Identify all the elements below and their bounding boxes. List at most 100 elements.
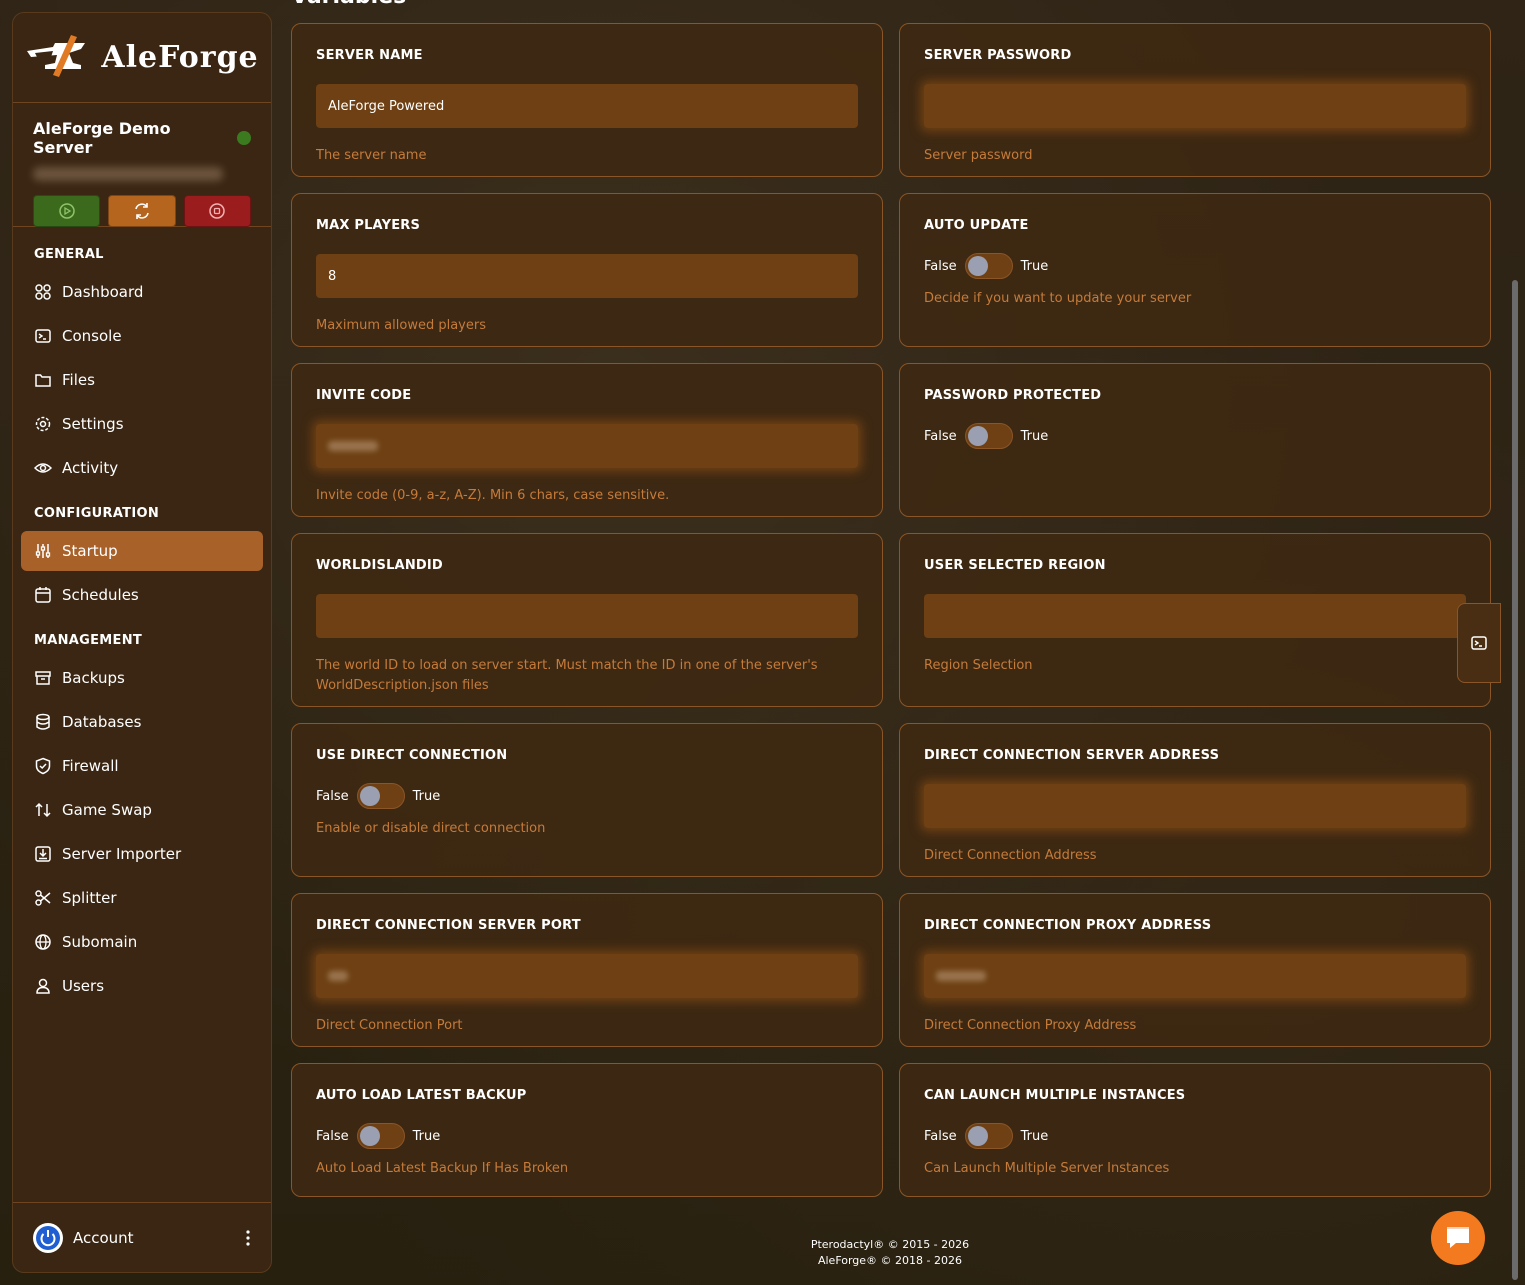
toggle-true-label: True: [1020, 258, 1049, 274]
chat-button[interactable]: [1431, 1211, 1485, 1265]
variable-title: DIRECT CONNECTION SERVER PORT: [316, 918, 581, 933]
sidebar-item-schedules[interactable]: Schedules: [21, 575, 263, 615]
terminal-icon: [1471, 636, 1487, 650]
variable-card-use-direct-connection: USE DIRECT CONNECTION False True Enable …: [291, 723, 883, 877]
sidebar-item-dashboard[interactable]: Dashboard: [21, 272, 263, 312]
sidebar-item-startup[interactable]: Startup: [21, 531, 263, 571]
account-label: Account: [73, 1228, 134, 1247]
sidebar-item-label: Schedules: [62, 586, 139, 604]
sidebar-item-server-importer[interactable]: Server Importer: [21, 834, 263, 874]
sidebar-item-backups[interactable]: Backups: [21, 658, 263, 698]
sidebar-item-label: Databases: [62, 713, 142, 731]
start-button[interactable]: [33, 195, 101, 227]
server-password-input[interactable]: [924, 84, 1466, 128]
variable-card-invite-code: INVITE CODE Invite code (0-9, a-z, A-Z).…: [291, 363, 883, 517]
sidebar-item-splitter[interactable]: Splitter: [21, 878, 263, 918]
direct-connection-port-input[interactable]: [316, 954, 858, 998]
redacted-value: [328, 971, 348, 981]
toggle-false-label: False: [924, 258, 957, 274]
sidebar: AleForge AleForge Demo Server GENERAL Da…: [12, 12, 272, 1273]
variable-card-can-launch-multiple-instances: CAN LAUNCH MULTIPLE INSTANCES False True…: [899, 1063, 1491, 1197]
auto-load-backup-toggle[interactable]: [356, 1123, 405, 1149]
terminal-icon: [35, 329, 51, 343]
toggle-knob: [967, 256, 988, 276]
stop-button[interactable]: [183, 195, 251, 227]
sidebar-item-console[interactable]: Console: [21, 316, 263, 356]
sidebar-item-firewall[interactable]: Firewall: [21, 746, 263, 786]
archive-icon: [35, 671, 51, 685]
sidebar-nav: GENERAL Dashboard Console Files Settings…: [13, 227, 271, 1006]
variable-help: The world ID to load on server start. Mu…: [316, 658, 818, 693]
account-menu[interactable]: Account: [13, 1202, 271, 1272]
anvil-hammer-icon: [27, 34, 86, 77]
nav-section-management: MANAGEMENT: [34, 633, 143, 648]
use-direct-connection-toggle[interactable]: [356, 783, 405, 809]
sidebar-item-label: Dashboard: [62, 283, 144, 301]
sidebar-item-files[interactable]: Files: [21, 360, 263, 400]
variable-card-world-island-id: WORLDISLANDID The world ID to load on se…: [291, 533, 883, 707]
variable-title: WORLDISLANDID: [316, 558, 443, 573]
server-name: AleForge Demo Server: [33, 119, 171, 157]
variable-help: Direct Connection Port: [316, 1018, 463, 1033]
page-scrollbar[interactable]: [1512, 280, 1518, 1280]
auto-update-toggle[interactable]: [964, 253, 1013, 279]
sidebar-item-game-swap[interactable]: Game Swap: [21, 790, 263, 830]
toggle-false-label: False: [316, 788, 349, 804]
max-players-input[interactable]: 8: [316, 254, 858, 298]
nav-section-configuration: CONFIGURATION: [34, 506, 160, 521]
sidebar-item-label: Game Swap: [62, 801, 152, 819]
toggle-true-label: True: [1020, 428, 1049, 444]
variable-title: SERVER NAME: [316, 48, 423, 63]
invite-code-input[interactable]: [316, 424, 858, 468]
chat-bubble-icon: [1447, 1227, 1469, 1248]
variable-card-auto-update: AUTO UPDATE False True Decide if you wan…: [899, 193, 1491, 347]
page-title: Variables: [291, 0, 406, 9]
sidebar-item-label: Firewall: [62, 757, 119, 775]
variable-help: Decide if you want to update your server: [924, 291, 1192, 306]
variable-title: USE DIRECT CONNECTION: [316, 748, 508, 763]
password-protected-toggle[interactable]: [964, 423, 1013, 449]
variable-title: DIRECT CONNECTION SERVER ADDRESS: [924, 748, 1220, 763]
region-input[interactable]: [924, 594, 1466, 638]
variable-title: DIRECT CONNECTION PROXY ADDRESS: [924, 918, 1212, 933]
variable-title: AUTO UPDATE: [924, 218, 1029, 233]
console-drawer-tab[interactable]: [1457, 603, 1501, 683]
variable-help: Server password: [924, 148, 1033, 163]
variable-title: USER SELECTED REGION: [924, 558, 1106, 573]
more-vertical-icon[interactable]: [245, 1229, 251, 1247]
toggle-false-label: False: [316, 1128, 349, 1144]
sidebar-item-label: Splitter: [62, 889, 117, 907]
direct-connection-proxy-input[interactable]: [924, 954, 1466, 998]
brand-logo[interactable]: AleForge: [13, 13, 271, 103]
server-name-input[interactable]: AleForge Powered: [316, 84, 858, 128]
toggle-true-label: True: [1020, 1128, 1049, 1144]
variable-card-direct-connection-server-port: DIRECT CONNECTION SERVER PORT Direct Con…: [291, 893, 883, 1047]
brand-name: AleForge: [101, 40, 259, 75]
direct-connection-address-input[interactable]: [924, 784, 1466, 828]
variable-help: Maximum allowed players: [316, 318, 486, 333]
sidebar-item-label: Activity: [62, 459, 119, 477]
sidebar-item-subdomain[interactable]: Subomain: [21, 922, 263, 962]
swap-arrows-icon: [35, 802, 51, 818]
play-icon: [58, 203, 75, 219]
shield-icon: [35, 757, 51, 775]
variable-help: Direct Connection Address: [924, 848, 1097, 863]
variable-help: Invite code (0-9, a-z, A-Z). Min 6 chars…: [316, 488, 670, 503]
toggle-false-label: False: [924, 1128, 957, 1144]
sidebar-item-settings[interactable]: Settings: [21, 404, 263, 444]
sidebar-item-databases[interactable]: Databases: [21, 702, 263, 742]
variable-help: Enable or disable direct connection: [316, 821, 546, 836]
server-info: AleForge Demo Server: [13, 103, 271, 227]
footer-aleforge: AleForge® © 2018 - 2026: [817, 1254, 963, 1267]
sidebar-item-label: Users: [62, 977, 105, 995]
folder-icon: [35, 374, 51, 387]
variable-card-server-password: SERVER PASSWORD Server password: [899, 23, 1491, 177]
world-island-id-input[interactable]: [316, 594, 858, 638]
sidebar-item-activity[interactable]: Activity: [21, 448, 263, 488]
server-status-indicator: [237, 131, 251, 145]
restart-button[interactable]: [108, 195, 176, 227]
globe-icon: [35, 934, 51, 950]
multiple-instances-toggle[interactable]: [964, 1123, 1013, 1149]
sidebar-item-users[interactable]: Users: [21, 966, 263, 1006]
variable-help: The server name: [316, 148, 427, 163]
